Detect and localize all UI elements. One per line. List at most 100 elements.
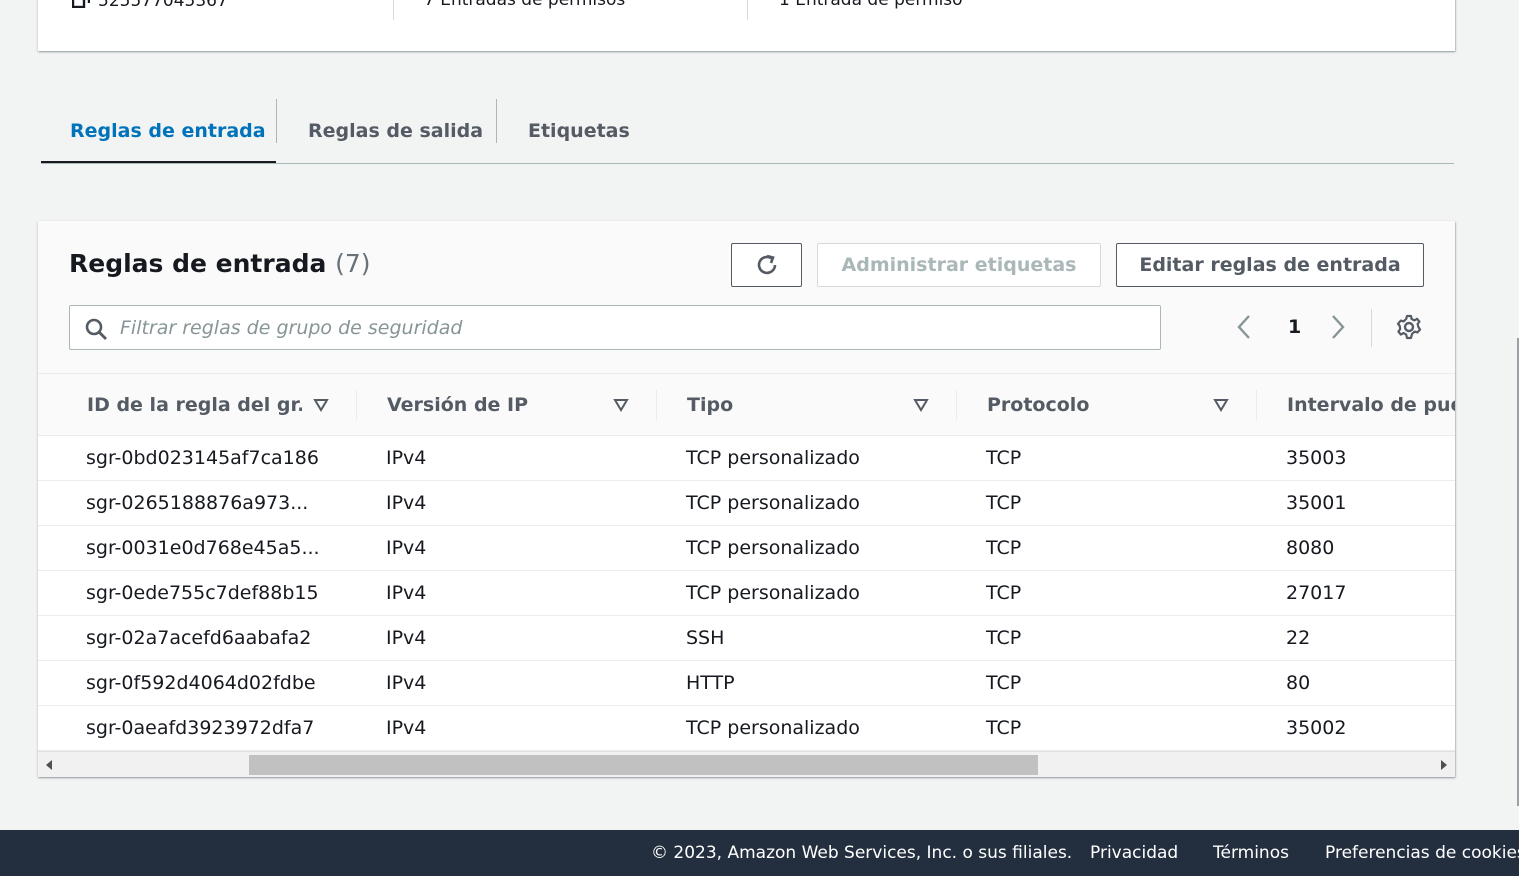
cell-ip-version: IPv4	[386, 582, 427, 604]
column-header-protocol[interactable]: Protocolo	[987, 374, 1207, 436]
cell-type: TCP personalizado	[686, 717, 860, 739]
tab-divider	[276, 99, 277, 143]
cell-ip-version: IPv4	[386, 717, 427, 739]
table-row[interactable]: sgr-0f592d4064d02fdbe IPv4 HTTP TCP 80	[38, 661, 1455, 706]
horizontal-scrollbar[interactable]	[38, 751, 1455, 777]
owner-id: 525577045367	[71, 0, 228, 11]
footer: © 2023, Amazon Web Services, Inc. o sus …	[0, 830, 1519, 876]
panel-title-text: Reglas de entrada	[69, 249, 327, 278]
tab-tags[interactable]: Etiquetas	[528, 99, 630, 163]
cell-rule-id: sgr-0f592d4064d02fdbe	[86, 672, 316, 694]
search-icon	[85, 318, 107, 340]
footer-terms-link[interactable]: Términos	[1213, 843, 1289, 863]
summary-divider	[747, 0, 748, 20]
column-divider	[356, 390, 357, 420]
refresh-button[interactable]	[731, 243, 802, 287]
column-header-rule-id[interactable]: ID de la regla del gr...	[87, 374, 302, 436]
cell-type: TCP personalizado	[686, 447, 860, 469]
summary-divider	[393, 0, 394, 20]
cell-type: TCP personalizado	[686, 492, 860, 514]
details-summary-card: 525577045367 7 Entradas de permisos 1 En…	[38, 0, 1455, 51]
pager-divider	[1371, 309, 1372, 347]
cell-ip-version: IPv4	[386, 672, 427, 694]
page-number[interactable]: 1	[1288, 311, 1301, 343]
tab-bar: Reglas de entrada Reglas de salida Etiqu…	[41, 99, 1454, 164]
cell-rule-id: sgr-0aeafd3923972dfa7	[86, 717, 315, 739]
cell-type: TCP personalizado	[686, 537, 860, 559]
tab-outbound-rules[interactable]: Reglas de salida	[308, 99, 483, 163]
copy-icon[interactable]	[71, 0, 91, 9]
column-header-ip-version[interactable]: Versión de IP	[387, 374, 607, 436]
rules-count: (7)	[335, 249, 371, 278]
cell-rule-id: sgr-0ede755c7def88b15	[86, 582, 319, 604]
cell-port-range: 35003	[1286, 447, 1347, 469]
next-page-button[interactable]	[1330, 311, 1346, 343]
gear-icon	[1396, 314, 1422, 340]
table-row[interactable]: sgr-02a7acefd6aabafa2 IPv4 SSH TCP 22	[38, 616, 1455, 661]
table-row[interactable]: sgr-0bd023145af7ca186 IPv4 TCP personali…	[38, 436, 1455, 481]
column-divider	[656, 390, 657, 420]
cell-rule-id: sgr-0031e0d768e45a5...	[86, 537, 320, 559]
table-header: ID de la regla del gr... Versión de IP T…	[38, 373, 1455, 436]
panel-title: Reglas de entrada (7)	[69, 249, 371, 278]
chevron-right-icon	[1332, 315, 1345, 339]
filter-search-field[interactable]	[69, 305, 1161, 350]
column-header-type[interactable]: Tipo	[687, 374, 907, 436]
previous-page-button[interactable]	[1236, 311, 1252, 343]
footer-cookie-preferences-link[interactable]: Preferencias de cookies	[1325, 843, 1519, 863]
inbound-rules-count: 7 Entradas de permisos	[424, 0, 626, 10]
cell-ip-version: IPv4	[386, 492, 427, 514]
cell-protocol: TCP	[986, 672, 1022, 694]
cell-type: TCP personalizado	[686, 582, 860, 604]
cell-protocol: TCP	[986, 537, 1022, 559]
chevron-left-icon	[1237, 315, 1250, 339]
footer-copyright: © 2023, Amazon Web Services, Inc. o sus …	[651, 843, 1073, 863]
preferences-button[interactable]	[1396, 311, 1422, 343]
sort-icon[interactable]	[1213, 398, 1229, 412]
scroll-right-arrow-icon[interactable]	[1441, 760, 1447, 770]
sort-icon[interactable]	[613, 398, 629, 412]
cell-rule-id: sgr-0bd023145af7ca186	[86, 447, 319, 469]
cell-port-range: 8080	[1286, 537, 1335, 559]
active-tab-indicator	[41, 161, 276, 163]
cell-rule-id: sgr-02a7acefd6aabafa2	[86, 627, 312, 649]
table-row[interactable]: sgr-0031e0d768e45a5... IPv4 TCP personal…	[38, 526, 1455, 571]
table-body: sgr-0bd023145af7ca186 IPv4 TCP personali…	[38, 436, 1455, 751]
filter-search-input[interactable]	[120, 312, 1140, 343]
cell-protocol: TCP	[986, 492, 1022, 514]
cell-ip-version: IPv4	[386, 627, 427, 649]
tab-divider	[496, 99, 497, 143]
cell-type: SSH	[686, 627, 725, 649]
cell-port-range: 27017	[1286, 582, 1347, 604]
column-divider	[956, 390, 957, 420]
cell-port-range: 35002	[1286, 717, 1347, 739]
inbound-rules-panel: Reglas de entrada (7) Administrar etique…	[38, 221, 1455, 777]
tab-inbound-rules[interactable]: Reglas de entrada	[70, 99, 266, 163]
cell-ip-version: IPv4	[386, 537, 427, 559]
scrollbar-thumb[interactable]	[249, 755, 1038, 775]
footer-privacy-link[interactable]: Privacidad	[1090, 843, 1178, 863]
cell-protocol: TCP	[986, 582, 1022, 604]
cell-ip-version: IPv4	[386, 447, 427, 469]
cell-protocol: TCP	[986, 627, 1022, 649]
table-row[interactable]: sgr-0265188876a973... IPv4 TCP personali…	[38, 481, 1455, 526]
outbound-rules-count: 1 Entrada de permiso	[779, 0, 963, 10]
column-divider	[1256, 390, 1257, 420]
cell-port-range: 80	[1286, 672, 1311, 694]
table-row[interactable]: sgr-0ede755c7def88b15 IPv4 TCP personali…	[38, 571, 1455, 616]
sort-icon[interactable]	[313, 398, 329, 412]
cell-protocol: TCP	[986, 447, 1022, 469]
manage-tags-button[interactable]: Administrar etiquetas	[817, 243, 1101, 287]
sort-icon[interactable]	[913, 398, 929, 412]
cell-port-range: 35001	[1286, 492, 1347, 514]
refresh-icon	[757, 254, 776, 275]
edit-inbound-rules-button[interactable]: Editar reglas de entrada	[1116, 243, 1424, 287]
cell-rule-id: sgr-0265188876a973...	[86, 492, 309, 514]
owner-id-value: 525577045367	[98, 0, 228, 11]
cell-type: HTTP	[686, 672, 735, 694]
scroll-left-arrow-icon[interactable]	[46, 760, 52, 770]
table-row[interactable]: sgr-0aeafd3923972dfa7 IPv4 TCP personali…	[38, 706, 1455, 751]
cell-protocol: TCP	[986, 717, 1022, 739]
column-header-port-range[interactable]: Intervalo de puer	[1287, 374, 1455, 436]
cell-port-range: 22	[1286, 627, 1311, 649]
